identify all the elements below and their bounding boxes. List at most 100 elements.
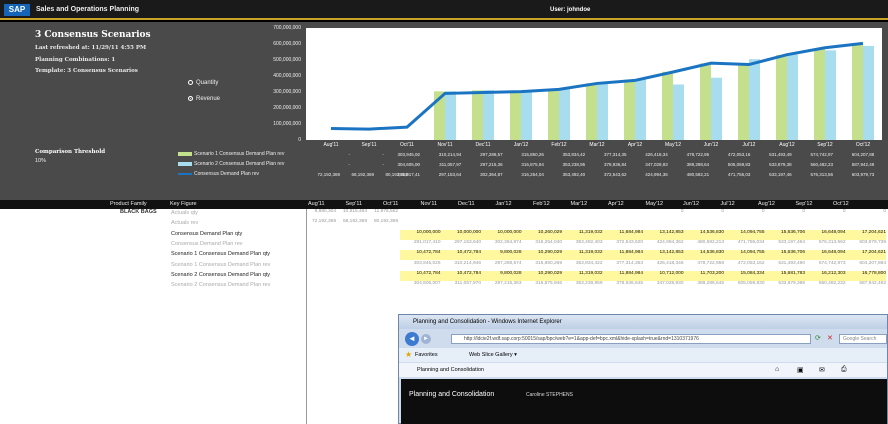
radio-revenue[interactable]: Revenue (188, 96, 220, 102)
grid-cell (603, 209, 644, 219)
grid-cell[interactable]: 11,319,032 (562, 250, 603, 261)
ie-url-input[interactable]: http://ldcie2f.wdf.sap.corp:50015/sap/bp… (451, 334, 811, 344)
mail-icon[interactable]: ✉ (819, 366, 825, 374)
grid-cell[interactable]: 10,260,029 (521, 229, 562, 240)
grid-cell[interactable]: 10,472,784 (440, 250, 481, 261)
home-icon[interactable]: ⌂ (775, 366, 779, 373)
grid-cell (765, 219, 806, 229)
grid-cell[interactable]: 14,536,830 (683, 229, 724, 240)
grid-cell: 72,192,369 (311, 219, 336, 225)
grid-cell[interactable]: 16,778,800 (845, 270, 886, 281)
user-label: User: johndoe (550, 7, 591, 13)
x-tick-label: Jan'12 (513, 142, 529, 148)
grid-cell: 480,582,213 (697, 239, 724, 245)
grid-cell (366, 240, 398, 250)
chart-value-cell: 389,288,64 (686, 162, 710, 167)
chart-value-cell: 310,214,94 (438, 152, 462, 157)
grid-cell[interactable]: 17,204,621 (845, 229, 886, 240)
legend-scenario-2: Scenario 2 Consensus Demand Plan rev (178, 161, 308, 171)
web-slice-gallery[interactable]: Web Slice Gallery ▾ (469, 352, 517, 358)
bar-scenario-2 (559, 89, 570, 140)
x-tick-label: Oct'11 (400, 142, 414, 148)
key-figure-label: Consensus Demand Plan rev (171, 240, 243, 247)
grid-month-header: Aug'11 (308, 201, 325, 207)
grid-cell: 0 (761, 209, 765, 214)
last-refreshed: Last refreshed at: 11/29/11 4:55 PM (35, 45, 147, 51)
grid-cell[interactable]: 15,636,706 (764, 229, 805, 240)
grid-cell[interactable]: 11,884,984 (602, 270, 643, 281)
template-label: Template: 3 Consensus Scenarios (35, 68, 138, 74)
chart-value-cell: 531,493,49 (769, 152, 792, 157)
chart-value-cell: 372,543,62 (603, 172, 627, 177)
chart-value-cell: 587,942,49 (851, 162, 875, 167)
grid-cell (366, 281, 398, 291)
comparison-threshold-value: 10% (35, 158, 47, 164)
grid-cell[interactable]: 15,636,706 (764, 250, 805, 261)
grid-month-header: Aug'12 (758, 201, 775, 207)
grid-month-header: May'12 (645, 201, 664, 207)
chart-value-cell: 302,364,87 (480, 172, 503, 177)
refresh-icon[interactable]: ⟳ (815, 334, 821, 342)
grid-cell[interactable]: 13,142,853 (643, 250, 684, 261)
grid-cell[interactable]: 15,084,334 (724, 270, 765, 281)
feeds-icon[interactable]: ▣ (797, 366, 804, 374)
grid-cell (335, 261, 367, 271)
grid-cell[interactable]: 10,290,029 (521, 250, 562, 261)
grid-cell: 353,492,403 (575, 239, 603, 245)
grid-cell[interactable]: 10,472,784 (440, 270, 481, 281)
grid-cell[interactable]: 10,000,000 (400, 229, 441, 240)
grid-cell[interactable]: 10,712,000 (643, 270, 684, 281)
grid-cell[interactable]: 11,703,200 (683, 270, 724, 281)
grid-month-header: Nov'11 (420, 201, 438, 207)
bar-scenario-1 (814, 48, 825, 140)
grid-cell[interactable]: 11,319,032 (562, 229, 603, 240)
stop-icon[interactable]: ✕ (827, 334, 833, 342)
grid-cell: 315,850,269 (535, 260, 562, 266)
chart-value-cell: 533,197,46 (769, 172, 792, 177)
favorites-star-icon[interactable]: ★ (405, 350, 412, 359)
grid-cell[interactable]: 10,472,784 (400, 250, 441, 261)
grid-cell[interactable]: 9,800,028 (481, 250, 522, 261)
ie-page-content: Planning and Consolidation Caroline STEP… (401, 379, 887, 424)
grid-cell[interactable]: 11,884,984 (602, 250, 643, 261)
ie-search-input[interactable]: Google Search (839, 334, 887, 344)
chart-value-cell: - (348, 162, 351, 167)
radio-quantity[interactable]: Quantity (188, 80, 218, 86)
grid-cell[interactable]: 10,290,029 (521, 270, 562, 281)
bar-scenario-1 (662, 71, 673, 140)
grid-cell[interactable]: 14,536,830 (683, 250, 724, 261)
grid-cell[interactable]: 10,000,000 (481, 229, 522, 240)
grid-cell (304, 240, 336, 250)
grid-cell[interactable]: 11,319,032 (562, 270, 603, 281)
forward-icon[interactable]: ► (421, 334, 431, 344)
grid-month-header: Apr'12 (608, 201, 624, 207)
chart-value-cell: 533,879,38 (769, 162, 792, 167)
grid-cell[interactable]: 16,648,094 (805, 229, 846, 240)
grid-cell[interactable]: 16,648,094 (805, 250, 846, 261)
chart-value-cell: - (382, 152, 385, 157)
grid-cell[interactable]: 10,000,000 (440, 229, 481, 240)
grid-cell[interactable]: 17,204,621 (845, 250, 886, 261)
grid-cell: 472,053,162 (737, 260, 765, 266)
legend-swatch (178, 161, 192, 166)
ie-tab-planning[interactable]: Planning and Consolidation (417, 367, 484, 373)
legend-swatch (178, 172, 192, 175)
grid-cell: 303,945,025 (413, 260, 441, 266)
grid-cell[interactable]: 16,212,303 (805, 270, 846, 281)
grid-cell[interactable]: 13,142,853 (643, 229, 684, 240)
grid-cell[interactable]: 14,094,755 (724, 229, 765, 240)
grid-cell[interactable]: 15,681,783 (764, 270, 805, 281)
grid-cell[interactable]: 11,684,984 (602, 229, 643, 240)
print-icon[interactable]: ⎙ (841, 366, 847, 374)
grid-cell: 9,880,304 (314, 209, 336, 214)
favorites-button[interactable]: Favorites (415, 352, 438, 358)
back-icon[interactable]: ◄ (405, 332, 419, 346)
grid-cell[interactable]: 9,800,028 (481, 270, 522, 281)
grid-cell[interactable]: 10,472,784 (400, 270, 441, 281)
bar-scenario-1 (776, 54, 787, 140)
x-tick-label: Sep'11 (361, 142, 377, 148)
header-key-figure: Key Figure (170, 201, 197, 207)
grid-cell[interactable]: 14,094,755 (724, 250, 765, 261)
grid-month-header: Dec'11 (458, 201, 475, 207)
bar-scenario-2 (635, 79, 646, 140)
